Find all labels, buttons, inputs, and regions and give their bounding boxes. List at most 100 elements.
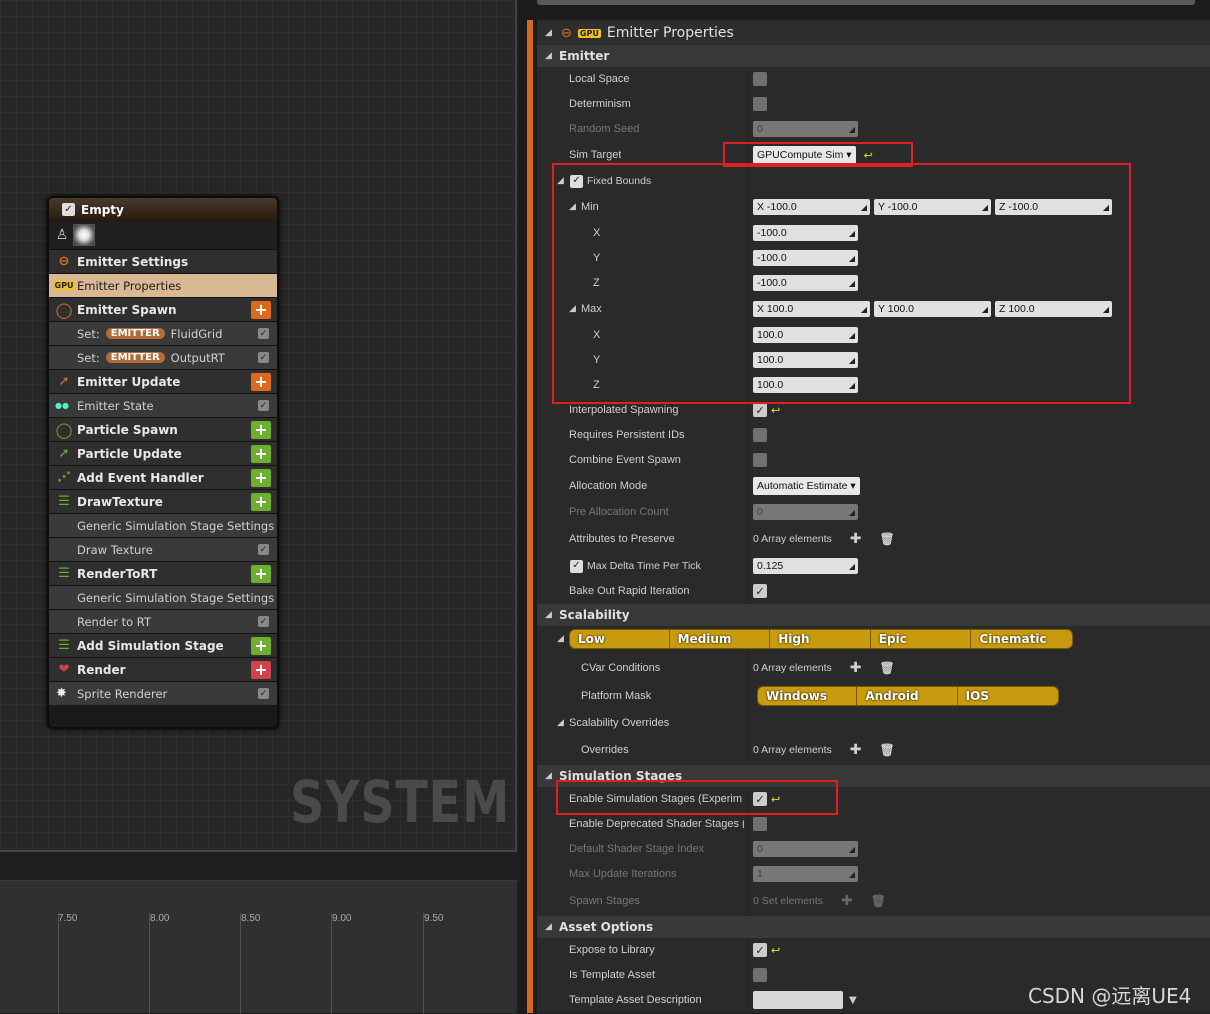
quality-tab-cinematic[interactable]: Cinematic [971, 630, 1072, 648]
determinism-checkbox[interactable] [753, 97, 767, 111]
allocation-mode-dropdown[interactable]: Automatic Estimate ▾ [753, 477, 860, 495]
node-row-set-outputrt[interactable]: Set: EMITTER OutputRT ✓ [49, 345, 277, 369]
max-y-input[interactable]: Y 100.0 [874, 301, 991, 317]
sim-target-dropdown[interactable]: GPUCompute Sim ▾ [753, 146, 856, 164]
panel-title-bar[interactable]: ◢ ⊖ GPU Emitter Properties [537, 22, 1210, 44]
reset-to-default-icon[interactable]: ↩ [771, 793, 780, 806]
node-row-emitter-properties[interactable]: GPU Emitter Properties [49, 273, 277, 297]
chevron-down-icon[interactable]: ▼ [849, 995, 857, 1006]
trash-icon[interactable]: 🗑 [880, 743, 895, 757]
collapse-triangle-icon[interactable]: ◢ [569, 304, 579, 314]
collapse-triangle-icon[interactable]: ◢ [545, 922, 555, 932]
combine-event-spawn-checkbox[interactable] [753, 453, 767, 467]
collapse-triangle-icon[interactable]: ◢ [569, 202, 579, 212]
node-row-render-to-rt[interactable]: Render to RT ✓ [49, 609, 277, 633]
node-row-emitter-spawn[interactable]: ◯ Emitter Spawn + [49, 297, 277, 321]
collapse-triangle-icon[interactable]: ◢ [557, 176, 567, 186]
add-rendertort-module-button[interactable]: + [251, 564, 271, 583]
default-shader-stage-input[interactable]: 0 [753, 841, 858, 857]
node-row-draw-texture[interactable]: Draw Texture ✓ [49, 537, 277, 561]
node-row-particle-update[interactable]: ➚ Particle Update + [49, 441, 277, 465]
trash-icon[interactable]: 🗑 [880, 661, 895, 675]
add-element-icon[interactable]: ✚ [850, 531, 862, 547]
horizontal-scrollbar[interactable] [537, 0, 1195, 5]
collapse-triangle-icon[interactable]: ◢ [545, 28, 555, 38]
node-row-sprite-renderer[interactable]: ✸ Sprite Renderer ✓ [49, 681, 277, 705]
add-element-icon[interactable]: ✚ [850, 660, 862, 676]
timeline[interactable]: 7.50 8.00 8.50 9.00 9.50 [0, 880, 517, 1014]
module-enabled-checkbox[interactable]: ✓ [258, 544, 269, 555]
max-delta-time-input[interactable]: 0.125 [753, 558, 858, 574]
template-description-input[interactable] [753, 991, 843, 1009]
node-row-set-fluidgrid[interactable]: Set: EMITTER FluidGrid ✓ [49, 321, 277, 345]
collapse-triangle-icon[interactable]: ◢ [545, 610, 555, 620]
system-graph-canvas[interactable]: SYSTEM ✓ Empty ♙ ⊖ Emitter Settings GPU … [0, 0, 517, 852]
node-row-generic-sim-settings[interactable]: Generic Simulation Stage Settings [49, 513, 277, 537]
platform-tab-ios[interactable]: IOS [957, 687, 1058, 705]
min-z-input[interactable]: Z -100.0 [995, 199, 1112, 215]
trash-icon[interactable]: 🗑 [871, 894, 886, 908]
module-enabled-checkbox[interactable]: ✓ [258, 616, 269, 627]
add-drawtexture-module-button[interactable]: + [251, 492, 271, 511]
quality-tab-high[interactable]: High [770, 630, 871, 648]
node-row-generic-sim-settings[interactable]: Generic Simulation Stage Settings [49, 585, 277, 609]
collapse-triangle-icon[interactable]: ◢ [545, 51, 555, 61]
module-enabled-checkbox[interactable]: ✓ [258, 328, 269, 339]
node-row-add-simulation-stage[interactable]: ☰ Add Simulation Stage + [49, 633, 277, 657]
max-x-input[interactable]: X 100.0 [753, 301, 870, 317]
random-seed-input[interactable]: 0 [753, 121, 858, 137]
collapse-triangle-icon[interactable]: ◢ [545, 771, 555, 781]
add-simulation-stage-button[interactable]: + [251, 636, 271, 655]
pre-allocation-count-input[interactable]: 0 [753, 504, 858, 520]
node-row-add-event-handler[interactable]: ⋰ Add Event Handler + [49, 465, 277, 489]
add-element-icon[interactable]: ✚ [841, 893, 853, 909]
add-renderer-button[interactable]: + [251, 660, 271, 679]
emitter-preview-thumbnail[interactable] [73, 224, 95, 246]
max-z-input[interactable]: Z 100.0 [995, 301, 1112, 317]
add-emitter-update-button[interactable]: + [251, 372, 271, 391]
node-row-drawtexture[interactable]: ☰ DrawTexture + [49, 489, 277, 513]
reset-to-default-icon[interactable]: ↩ [771, 404, 780, 417]
category-scalability[interactable]: ◢ Scalability [537, 604, 1210, 626]
node-row-emitter-settings[interactable]: ⊖ Emitter Settings [49, 249, 277, 273]
min-y-value-input[interactable]: -100.0 [753, 250, 858, 266]
min-y-input[interactable]: Y -100.0 [874, 199, 991, 215]
module-enabled-checkbox[interactable]: ✓ [258, 400, 269, 411]
node-row-emitter-update[interactable]: ➚ Emitter Update + [49, 369, 277, 393]
add-emitter-spawn-button[interactable]: + [251, 300, 271, 319]
min-x-value-input[interactable]: -100.0 [753, 225, 858, 241]
emitter-node[interactable]: ✓ Empty ♙ ⊖ Emitter Settings GPU Emitter… [47, 196, 279, 729]
node-header[interactable]: ✓ Empty [49, 198, 277, 221]
category-asset-options[interactable]: ◢ Asset Options [537, 916, 1210, 938]
emitter-enabled-checkbox[interactable]: ✓ [62, 203, 75, 216]
module-enabled-checkbox[interactable]: ✓ [258, 352, 269, 363]
quality-tab-epic[interactable]: Epic [870, 630, 972, 648]
is-template-asset-checkbox[interactable] [753, 968, 767, 982]
enable-sim-stages-checkbox[interactable]: ✓ [753, 792, 767, 806]
max-x-value-input[interactable]: 100.0 [753, 327, 858, 343]
node-row-render[interactable]: ❤ Render + [49, 657, 277, 681]
category-simulation-stages[interactable]: ◢ Simulation Stages [537, 765, 1210, 787]
max-z-value-input[interactable]: 100.0 [753, 377, 858, 393]
node-row-particle-spawn[interactable]: ◯ Particle Spawn + [49, 417, 277, 441]
fixed-bounds-checkbox[interactable]: ✓ [570, 174, 583, 188]
quality-tab-medium[interactable]: Medium [669, 630, 771, 648]
node-row-emitter-state[interactable]: ●● Emitter State ✓ [49, 393, 277, 417]
category-emitter[interactable]: ◢ Emitter [537, 45, 1210, 67]
add-event-handler-button[interactable]: + [251, 468, 271, 487]
requires-persistent-ids-checkbox[interactable] [753, 428, 767, 442]
renderer-enabled-checkbox[interactable]: ✓ [258, 688, 269, 699]
node-row-rendertort[interactable]: ☰ RenderToRT + [49, 561, 277, 585]
min-x-input[interactable]: X -100.0 [753, 199, 870, 215]
collapse-triangle-icon[interactable]: ◢ [557, 634, 567, 644]
reset-to-default-icon[interactable]: ↩ [771, 944, 780, 957]
platform-tab-android[interactable]: Android [857, 687, 958, 705]
max-update-iterations-input[interactable]: 1 [753, 866, 858, 882]
reset-to-default-icon[interactable]: ↩ [864, 149, 873, 162]
add-particle-update-button[interactable]: + [251, 444, 271, 463]
add-element-icon[interactable]: ✚ [850, 742, 862, 758]
platform-tab-windows[interactable]: Windows [758, 687, 858, 705]
collapse-triangle-icon[interactable]: ◢ [557, 718, 567, 728]
bake-out-checkbox[interactable]: ✓ [753, 584, 767, 598]
max-delta-time-checkbox[interactable]: ✓ [570, 559, 583, 573]
